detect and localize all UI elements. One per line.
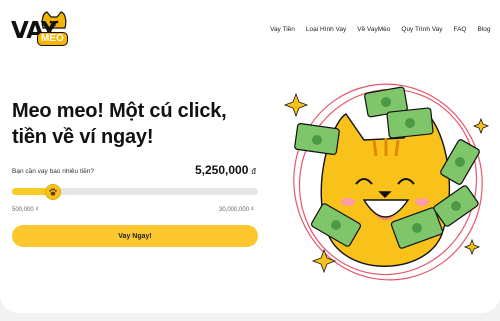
nav-blog[interactable]: Blog [472,26,496,33]
hero-headline: Meo meo! Một cú click, tiền về ví ngay! [12,100,227,148]
amount-number: 5,250,000 [195,163,249,177]
vaymeo-logo[interactable]: VAY MEO [11,10,69,50]
site-header: VAY MEO Vay Tiền Loại Hình Vay Về VayMèo… [0,0,500,58]
logo-text-meo: MEO [37,32,68,46]
main-nav: Vay Tiền Loại Hình Vay Về VayMèo Quy Trì… [265,26,496,33]
sparkle-icon [311,248,337,274]
nav-loai-hinh-vay[interactable]: Loại Hình Vay [300,26,351,33]
sparkle-icon [472,117,490,135]
sparkle-icon [463,238,481,256]
cat-money-illustration [283,83,490,281]
nav-quy-trinh-vay[interactable]: Quy Trình Vay [396,26,448,33]
nav-vay-tien[interactable]: Vay Tiền [265,26,301,33]
sparkle-icon [283,92,309,118]
loan-slider-handle[interactable] [44,184,61,200]
loan-amount-question: Bạn cần vay bao nhiêu tiền? [12,168,95,175]
vay-ngay-button[interactable]: Vay Ngay! [12,225,258,247]
nav-faq[interactable]: FAQ [448,26,472,33]
slider-max-label: 30,000,000 ₫ [219,207,254,213]
nav-ve-vaymeo[interactable]: Về VayMèo [352,26,396,33]
currency-symbol: đ [251,167,256,176]
loan-amount-value: 5,250,000 đ [195,163,256,177]
paw-icon [48,188,57,196]
slider-min-label: 500,000 ₫ [12,207,39,213]
